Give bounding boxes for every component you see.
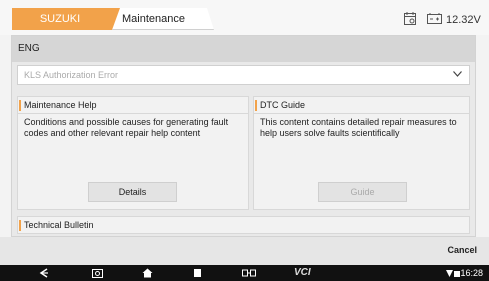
language-label: ENG (12, 36, 475, 62)
screenshot-icon[interactable] (92, 268, 103, 278)
card-description: This content contains detailed repair me… (260, 117, 457, 138)
battery-voltage: 12.32V (446, 14, 481, 26)
main-panel: ENG KLS Authorization Error Maintenance … (11, 35, 476, 237)
tab-brand[interactable]: SUZUKI (12, 8, 122, 30)
calendar-icon[interactable] (404, 12, 416, 25)
cancel-button[interactable]: Cancel (447, 245, 477, 255)
back-icon[interactable] (38, 268, 49, 278)
bottom-action-bar: Cancel (0, 237, 489, 265)
vci-indicator[interactable]: VCI (294, 267, 311, 278)
technical-bulletin-item[interactable]: Technical Bulletin (17, 216, 470, 234)
wifi-battery-icon (446, 270, 460, 277)
card-description: Conditions and possible causes for gener… (24, 117, 229, 138)
dtc-guide-card: DTC Guide This content contains detailed… (253, 96, 470, 210)
authorization-select-value: KLS Authorization Error (24, 70, 119, 80)
system-nav-bar: VCI 16:28 (0, 265, 489, 281)
recent-apps-icon[interactable] (192, 268, 203, 278)
top-bar: SUZUKI Maintenance Guide 12.32V (0, 0, 489, 35)
card-title: Maintenance Help (18, 97, 248, 114)
battery-icon (427, 13, 442, 24)
maintenance-help-card: Maintenance Help Conditions and possible… (17, 96, 249, 210)
chevron-down-icon[interactable] (453, 71, 462, 77)
home-icon[interactable] (142, 268, 153, 278)
link-icon[interactable] (242, 268, 256, 278)
details-button[interactable]: Details (88, 182, 177, 202)
card-title: DTC Guide (254, 97, 469, 114)
tab-maintenance-guide[interactable]: Maintenance Guide (112, 8, 214, 30)
authorization-select[interactable]: KLS Authorization Error (17, 65, 470, 85)
system-clock: 16:28 (460, 268, 483, 278)
guide-button[interactable]: Guide (318, 182, 407, 202)
